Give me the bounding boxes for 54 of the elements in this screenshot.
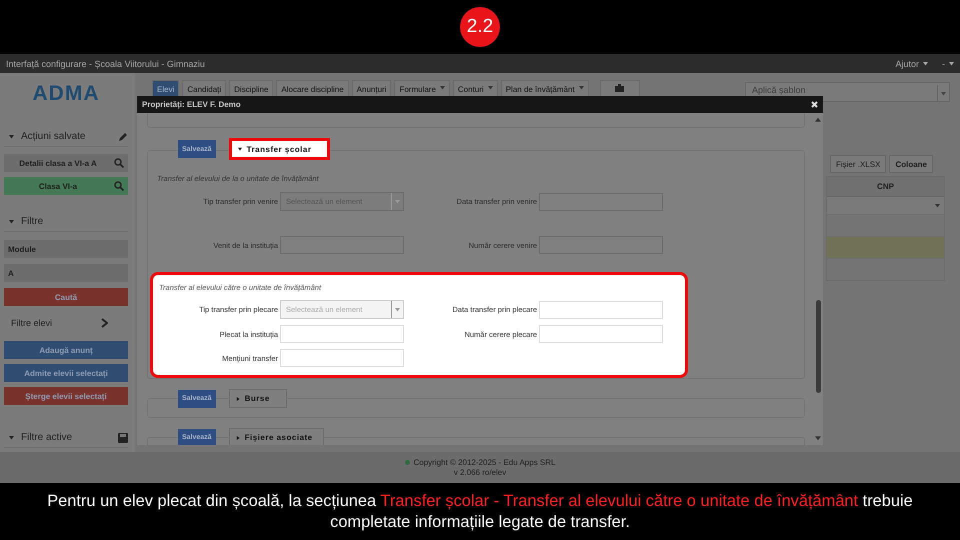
caret-icon bbox=[238, 147, 242, 151]
section-toggle[interactable]: Transfer școlar bbox=[228, 138, 330, 160]
search-button[interactable]: Caută bbox=[4, 288, 128, 306]
toolbar-button[interactable]: Fișier .XLSX bbox=[830, 155, 886, 173]
close-icon[interactable] bbox=[811, 101, 818, 108]
caret-icon bbox=[395, 307, 400, 312]
search-icon bbox=[114, 158, 124, 168]
dialog-title: Proprietăți: ELEV F. Demo bbox=[142, 100, 241, 109]
caret-icon bbox=[923, 61, 928, 66]
menu-item[interactable]: - bbox=[942, 58, 954, 68]
section-toggle[interactable]: Burse bbox=[228, 389, 287, 408]
caret-icon bbox=[9, 435, 14, 440]
action-button[interactable]: Adaugă anunț bbox=[4, 341, 128, 359]
caption-text: Pentru un elev plecat din școală, la secțiunea Transfer școlar - Transfer al elevului către o unitate de învățământ trebuie completate informațiile legate de transfer. bbox=[46, 490, 914, 532]
section-title: Filtre active bbox=[21, 432, 74, 443]
save-icon bbox=[118, 432, 128, 442]
caret-icon bbox=[941, 90, 946, 96]
caret-icon bbox=[9, 219, 14, 224]
filter-field[interactable]: A bbox=[4, 264, 128, 282]
app-title: Interfață configurare - Școala Viitorului - Gimnaziu bbox=[6, 58, 206, 68]
section-toggle[interactable]: Fișiere asociate bbox=[228, 428, 324, 445]
briefcase-icon bbox=[615, 84, 624, 92]
scroll-up-icon bbox=[815, 117, 821, 123]
action-button[interactable]: Șterge elevii selectați bbox=[4, 387, 128, 405]
caret-icon bbox=[440, 85, 445, 90]
saved-action-button[interactable]: Clasa VI-a bbox=[4, 177, 128, 195]
column-filter[interactable] bbox=[827, 196, 944, 214]
table-row[interactable] bbox=[827, 236, 944, 258]
version-text: v 2.066 ro/elev bbox=[454, 468, 506, 477]
student-filters-toggle[interactable]: Filtre elevi bbox=[4, 314, 128, 332]
action-button[interactable]: Admite elevii selectați bbox=[4, 364, 128, 382]
copyright-text: Copyright © 2012-2025 - Edu Apps SRL bbox=[404, 458, 556, 467]
caret-icon bbox=[9, 134, 14, 139]
search-icon bbox=[114, 181, 124, 191]
caret-icon bbox=[395, 199, 400, 204]
status-dot-icon bbox=[404, 460, 410, 465]
pencil-icon bbox=[118, 132, 128, 142]
toolbar-button[interactable]: Coloane bbox=[889, 155, 933, 173]
caret-icon bbox=[236, 396, 240, 400]
caret-icon bbox=[949, 61, 954, 66]
chevron-icon bbox=[101, 318, 108, 328]
caret-icon bbox=[488, 85, 493, 90]
section-title: Acțiuni salvate bbox=[21, 131, 86, 142]
menu-item[interactable]: Ajutor bbox=[895, 58, 928, 68]
caret-icon bbox=[578, 85, 584, 90]
caret-icon bbox=[935, 203, 940, 208]
column-header[interactable]: CNP bbox=[827, 177, 944, 196]
logo: ADMA bbox=[32, 81, 100, 107]
filter-field[interactable]: Module bbox=[4, 240, 128, 258]
caret-icon bbox=[236, 436, 240, 440]
step-badge: 2.2 bbox=[460, 7, 500, 47]
section-title: Filtre bbox=[21, 216, 44, 227]
scroll-down-icon bbox=[815, 435, 821, 441]
saved-action-button[interactable]: Detalii clasa a VI-a A bbox=[4, 154, 128, 172]
